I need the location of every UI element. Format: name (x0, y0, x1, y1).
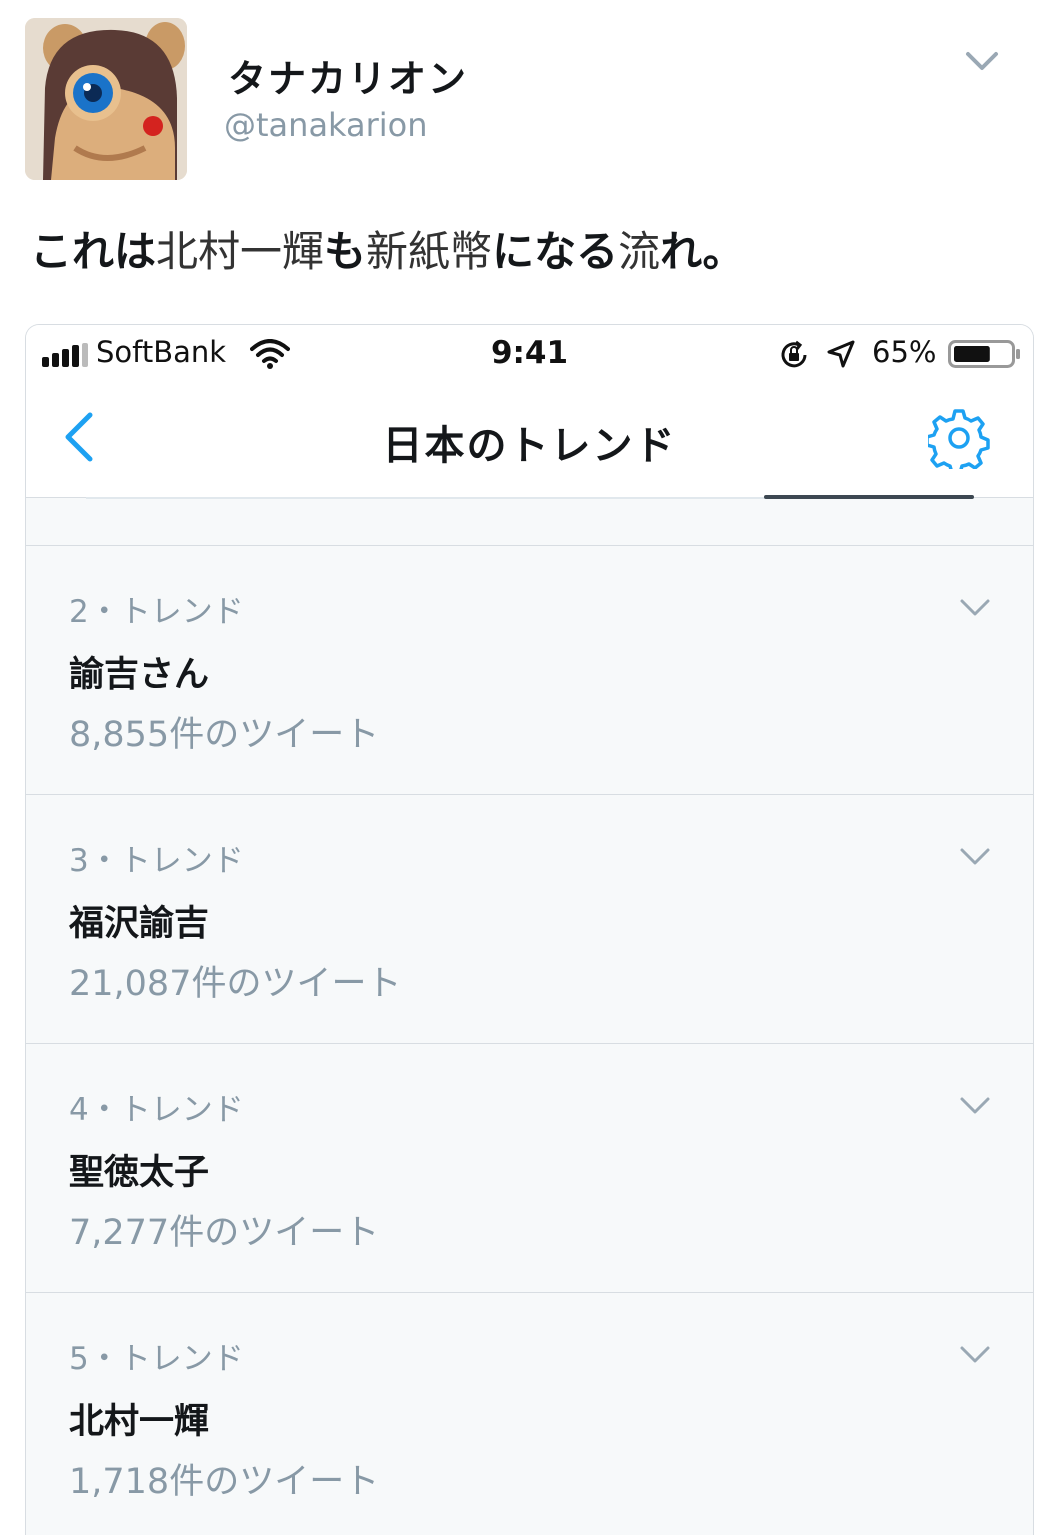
location-arrow-icon (827, 340, 855, 368)
navigation-bar: 日本のトレンド (26, 385, 1033, 498)
trend-item[interactable]: 4・トレンド 聖徳太子 7,277件のツイート (26, 1044, 1033, 1293)
avatar[interactable] (25, 18, 187, 180)
trend-name: 北村一輝 (69, 1402, 210, 1442)
chevron-down-icon[interactable] (958, 1343, 992, 1367)
trend-tweet-count: 1,718件のツイート (69, 1462, 380, 1502)
trend-name: 諭吉さん (69, 655, 210, 695)
trend-rank: 4・トレンド (69, 1092, 244, 1128)
attached-screenshot[interactable]: SoftBank 9:41 65% 日本のトレンド 2・トレンド 諭吉さん 8,… (25, 324, 1034, 1535)
trend-rank: 5・トレンド (69, 1341, 244, 1377)
status-bar: SoftBank 9:41 65% (26, 325, 1033, 385)
trend-item[interactable]: 5・トレンド 北村一輝 1,718件のツイート (26, 1293, 1033, 1535)
orientation-lock-icon (781, 340, 807, 368)
tweet-text-part: 新紙幣 (366, 227, 493, 276)
chevron-down-icon (966, 52, 998, 70)
gear-icon (925, 409, 990, 475)
tweet-text: これは北村一輝も新紙幣になる流れ。 (30, 218, 745, 279)
tab-indicator (764, 495, 974, 499)
figure-avatar-icon (25, 18, 187, 180)
tweet-text-part: れ。 (660, 227, 745, 276)
trend-name: 聖徳太子 (69, 1153, 210, 1193)
user-handle[interactable]: @tanakarion (224, 106, 428, 144)
battery-icon (948, 340, 1020, 368)
trend-rank: 3・トレンド (69, 843, 244, 879)
settings-button[interactable] (925, 407, 990, 475)
tweet-text-part: になる (492, 227, 619, 276)
trend-tweet-count: 7,277件のツイート (69, 1213, 380, 1253)
trend-tweet-count: 21,087件のツイート (69, 964, 402, 1004)
trend-name: 福沢諭吉 (69, 904, 210, 944)
page-title: 日本のトレンド (382, 423, 677, 469)
trend-item[interactable]: 2・トレンド 諭吉さん 8,855件のツイート (26, 546, 1033, 795)
trend-tweet-count: 8,855件のツイート (69, 715, 380, 755)
display-name[interactable]: タナカリオン (228, 48, 468, 103)
tweet-text-part: 流 (618, 227, 661, 276)
trend-item[interactable]: 3・トレンド 福沢諭吉 21,087件のツイート (26, 795, 1033, 1044)
tweet-text-part: 北村一輝 (156, 227, 325, 276)
chevron-down-icon[interactable] (958, 596, 992, 620)
tweet-text-part: これは (30, 227, 157, 276)
chevron-down-icon[interactable] (958, 1094, 992, 1118)
battery-percentage: 65% (872, 335, 937, 369)
tweet-text-part: も (324, 227, 367, 276)
tweet-menu-button[interactable] (960, 44, 1004, 78)
chevron-down-icon[interactable] (958, 845, 992, 869)
trend-rank: 2・トレンド (69, 594, 244, 630)
